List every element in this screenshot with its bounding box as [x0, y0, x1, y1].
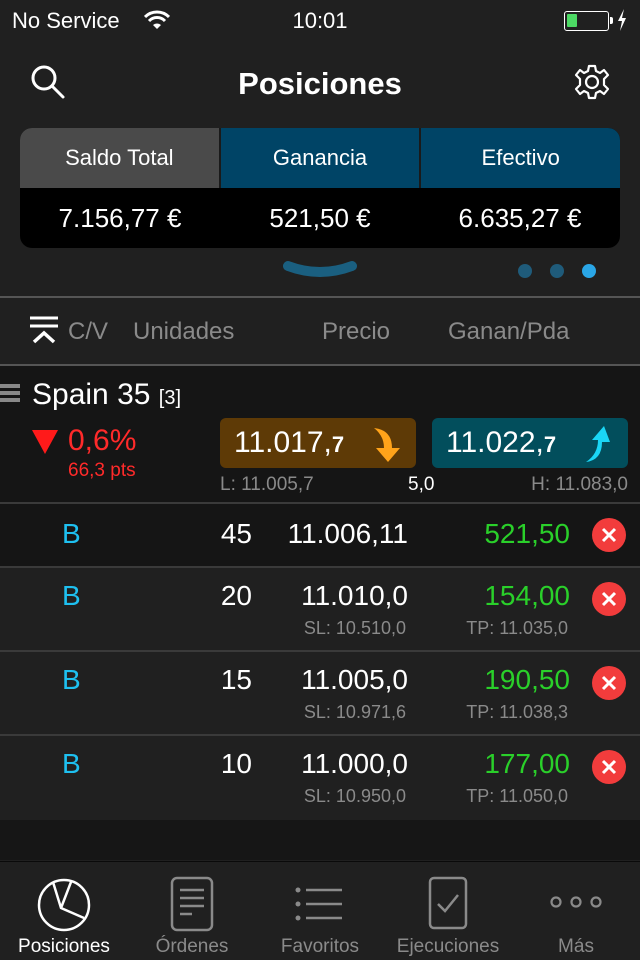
close-position-button[interactable] [592, 518, 626, 552]
change-percent: 0,6% [68, 424, 137, 457]
position-units: 10 [220, 748, 252, 779]
column-pnl[interactable]: Ganan/Pda [448, 318, 569, 346]
sell-price-pip: 7 [331, 432, 345, 457]
column-price[interactable]: Precio [322, 318, 390, 346]
page-indicator[interactable] [518, 264, 596, 278]
position-row[interactable]: B 10 11.000,0 177,00 SL: 10.950,0 TP: 11… [0, 736, 640, 818]
ganancia-value: 521,50 € [269, 202, 371, 233]
tab-label: Ejecuciones [396, 936, 500, 957]
buy-price-main: 11.022, [446, 426, 544, 459]
nav-bar: Posiciones [0, 40, 640, 128]
position-side: B [62, 748, 81, 779]
battery-icon [564, 11, 609, 31]
instrument-name: Spain 35 [3] [32, 378, 181, 412]
high-price: H: 11.083,0 [531, 474, 628, 495]
summary-tab-ganancia[interactable]: Ganancia [218, 128, 420, 188]
position-price: 11.010,0 [301, 580, 408, 611]
tab-label: Más [558, 936, 594, 957]
position-side: B [62, 664, 81, 695]
position-side: B [62, 518, 81, 549]
wifi-icon [144, 10, 170, 29]
position-pnl: 154,00 [484, 580, 570, 611]
battery-level [567, 14, 577, 27]
list-icon [295, 887, 342, 921]
spread: 5,0 [408, 474, 435, 495]
position-row[interactable]: B 20 11.010,0 154,00 SL: 10.510,0 TP: 11… [0, 568, 640, 650]
tab-bar: Posiciones Órdenes Favoritos Ejecuciones [0, 861, 640, 960]
stop-loss: SL: 10.950,0 [303, 786, 406, 806]
column-units[interactable]: Unidades [133, 318, 234, 346]
document-lines [180, 888, 204, 916]
take-profit: TP: 11.038,3 [466, 702, 568, 722]
position-pnl: 177,00 [484, 748, 570, 779]
sell-price-button[interactable]: 11.017,7 [220, 418, 416, 468]
close-icon [601, 591, 617, 607]
empty-list-area [0, 820, 640, 860]
page-dot[interactable] [518, 264, 532, 278]
position-units: 15 [220, 664, 252, 695]
stop-loss: SL: 10.510,0 [303, 618, 406, 638]
checkbox-icon [428, 876, 468, 930]
saldo-total-value: 7.156,77 € [58, 202, 182, 233]
charging-bolt-icon [618, 9, 626, 31]
take-profit: TP: 11.050,0 [466, 786, 568, 806]
close-position-button[interactable] [592, 582, 626, 616]
page-dot[interactable] [550, 264, 564, 278]
instrument-header[interactable]: Spain 35 [3] 0,6% 66,3 pts 11.017,7 11.0… [0, 366, 640, 502]
position-price: 11.000,0 [301, 748, 408, 779]
tab-posiciones[interactable]: Posiciones [0, 862, 128, 960]
buy-price-button[interactable]: 11.022,7 [432, 418, 628, 468]
low-price: L: 11.005,7 [220, 474, 314, 495]
total-position-row[interactable]: B 45 11.006,11 521,50 [0, 504, 640, 566]
collapse-all-icon[interactable] [30, 314, 58, 346]
position-pnl: 190,50 [484, 664, 570, 695]
position-row[interactable]: B 15 11.005,0 190,50 SL: 10.971,6 TP: 11… [0, 652, 640, 734]
tab-ejecuciones[interactable]: Ejecuciones [384, 862, 512, 960]
column-side[interactable]: C/V [68, 318, 108, 346]
close-icon [601, 759, 617, 775]
stop-loss: SL: 10.971,6 [303, 702, 406, 722]
close-position-button[interactable] [592, 666, 626, 700]
buy-price-pip: 7 [543, 432, 557, 457]
take-profit: TP: 11.035,0 [466, 618, 568, 638]
more-icon [550, 896, 602, 908]
pie-chart-icon [37, 878, 91, 932]
position-units: 45 [220, 518, 252, 549]
arrow-down-icon [374, 428, 400, 462]
position-price: 11.006,11 [287, 518, 408, 549]
change-points: 66,3 pts [68, 460, 136, 481]
close-icon [601, 527, 617, 543]
account-summary: Saldo Total Ganancia Efectivo 7.156,77 €… [20, 128, 620, 248]
down-triangle-icon [32, 430, 58, 454]
status-bar: No Service 10:01 [0, 0, 640, 40]
arrow-up-icon [586, 426, 610, 462]
position-side: B [62, 580, 81, 611]
position-price: 11.005,0 [301, 664, 408, 695]
position-count: [3] [158, 387, 182, 409]
sell-price-main: 11.017, [234, 426, 332, 459]
page-dot-active[interactable] [582, 264, 596, 278]
close-position-button[interactable] [592, 750, 626, 784]
carrier-label: No Service [12, 8, 120, 33]
efectivo-value: 6.635,27 € [458, 202, 582, 233]
summary-tab-saldo-total[interactable]: Saldo Total [20, 128, 219, 188]
tab-label: Favoritos [280, 936, 360, 957]
page-title: Posiciones [238, 66, 402, 101]
tab-label: Posiciones [18, 936, 110, 957]
position-units: 20 [220, 580, 252, 611]
tab-favoritos[interactable]: Favoritos [256, 862, 384, 960]
battery-nub [610, 17, 613, 24]
close-icon [601, 675, 617, 691]
position-pnl: 521,50 [484, 518, 570, 549]
summary-tab-efectivo[interactable]: Efectivo [419, 128, 620, 188]
tab-label: Órdenes [155, 936, 229, 957]
tab-mas[interactable]: Más [512, 862, 640, 960]
search-icon[interactable] [28, 62, 68, 102]
expand-chevron-icon[interactable] [282, 258, 358, 286]
column-header: C/V Unidades Precio Ganan/Pda [0, 298, 640, 364]
gear-icon[interactable] [572, 62, 612, 102]
instrument-name-text: Spain 35 [32, 378, 151, 411]
drag-handle-icon[interactable] [0, 383, 20, 403]
tab-ordenes[interactable]: Órdenes [128, 862, 256, 960]
